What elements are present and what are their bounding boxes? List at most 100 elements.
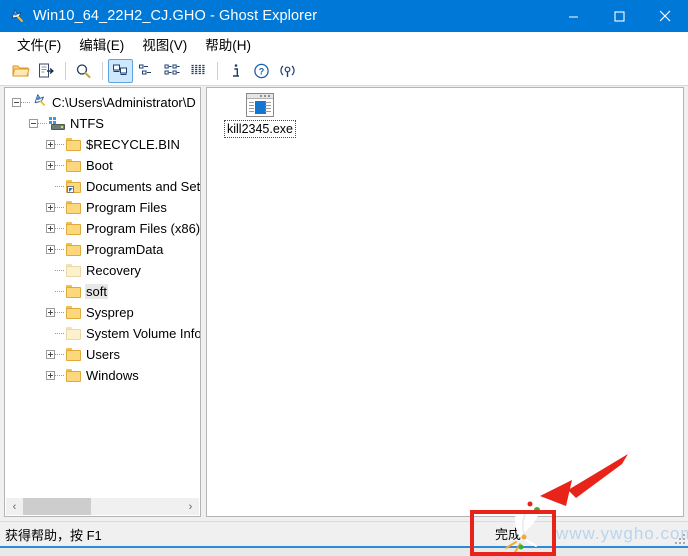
tree-node-label: C:\Users\Administrator\D bbox=[52, 95, 196, 110]
tree-connector bbox=[55, 143, 64, 146]
tree-node[interactable]: C:\Users\Administrator\D bbox=[5, 92, 200, 113]
window-controls bbox=[550, 0, 688, 32]
tree-connector bbox=[55, 332, 64, 335]
watermark-text: www.ywgho.com bbox=[556, 524, 688, 543]
menu-item-edit[interactable]: 编辑(E) bbox=[70, 32, 133, 56]
folder-pale-icon bbox=[66, 264, 81, 277]
tree-node[interactable]: Program Files bbox=[5, 197, 200, 218]
tree-connector bbox=[55, 311, 64, 314]
file-name-label: kill2345.exe bbox=[223, 120, 296, 138]
tree-connector bbox=[38, 122, 47, 125]
toolbar-separator bbox=[102, 61, 103, 80]
tree-node[interactable]: Program Files (x86) bbox=[5, 218, 200, 239]
expand-node-icon[interactable] bbox=[46, 224, 55, 233]
expand-node-icon[interactable] bbox=[46, 203, 55, 212]
menu-bar: 文件(F) 编辑(E) 视图(V) 帮助(H) bbox=[0, 32, 688, 56]
status-text: 获得帮助，按 F1 bbox=[5, 528, 102, 543]
tree-connector bbox=[55, 206, 64, 209]
tree-node-label: $RECYCLE.BIN bbox=[86, 137, 180, 152]
tree-node[interactable]: soft bbox=[5, 281, 200, 302]
tree-connector bbox=[55, 227, 64, 230]
folder-icon bbox=[66, 369, 81, 382]
ghost-icon bbox=[9, 8, 25, 24]
expand-node-icon[interactable] bbox=[46, 350, 55, 359]
scroll-track[interactable] bbox=[23, 498, 182, 515]
view-details-icon[interactable] bbox=[186, 59, 211, 83]
tree-node[interactable]: Users bbox=[5, 344, 200, 365]
view-large-icons-icon[interactable] bbox=[108, 58, 133, 83]
toolbar-separator bbox=[217, 61, 218, 80]
window-title: Win10_64_22H2_CJ.GHO - Ghost Explorer bbox=[33, 8, 318, 24]
extract-icon[interactable] bbox=[34, 59, 59, 83]
tree-node[interactable]: Boot bbox=[5, 155, 200, 176]
tree-connector bbox=[55, 353, 64, 356]
tree-node[interactable]: System Volume Info bbox=[5, 323, 200, 344]
tree-node[interactable]: Windows bbox=[5, 365, 200, 386]
minimize-icon[interactable] bbox=[550, 0, 596, 32]
folder-icon bbox=[66, 159, 81, 172]
view-list-icon[interactable] bbox=[160, 59, 185, 83]
folder-icon bbox=[66, 138, 81, 151]
folder-icon bbox=[66, 306, 81, 319]
folder-icon bbox=[66, 201, 81, 214]
tree-node[interactable]: ProgramData bbox=[5, 239, 200, 260]
tree-connector bbox=[55, 290, 64, 293]
tree-node-label: Documents and Set bbox=[86, 179, 201, 194]
list-item[interactable]: kill2345.exe bbox=[221, 93, 299, 138]
tree-node[interactable]: Sysprep bbox=[5, 302, 200, 323]
tree-node[interactable]: Documents and Set bbox=[5, 176, 200, 197]
maximize-icon[interactable] bbox=[596, 0, 642, 32]
folder-icon bbox=[66, 348, 81, 361]
folder-shortcut-icon bbox=[66, 180, 81, 193]
tree-node[interactable]: Recovery bbox=[5, 260, 200, 281]
open-folder-icon[interactable] bbox=[8, 59, 33, 83]
folder-tree-pane[interactable]: C:\Users\Administrator\D NTFS $RECYCLE.BIN… bbox=[4, 87, 201, 517]
ghost-icon bbox=[32, 93, 47, 112]
tree-connector bbox=[55, 185, 64, 188]
tree-node-label: soft bbox=[85, 284, 108, 299]
collapse-node-icon[interactable] bbox=[12, 98, 21, 107]
expand-node-icon[interactable] bbox=[46, 308, 55, 317]
exe-file-icon bbox=[246, 93, 274, 117]
menu-item-view[interactable]: 视图(V) bbox=[133, 32, 196, 56]
close-icon[interactable] bbox=[642, 0, 688, 32]
tree-node-label: Recovery bbox=[86, 263, 141, 278]
tree-connector bbox=[55, 164, 64, 167]
search-icon[interactable] bbox=[71, 59, 96, 83]
tree-connector bbox=[55, 374, 64, 377]
window-bottom-fill bbox=[0, 548, 688, 556]
tree-node[interactable]: $RECYCLE.BIN bbox=[5, 134, 200, 155]
tree-node-label: Windows bbox=[86, 368, 139, 383]
tree-node-label: Sysprep bbox=[86, 305, 134, 320]
tree-horizontal-scrollbar[interactable]: ‹ › bbox=[6, 498, 199, 515]
menu-item-file[interactable]: 文件(F) bbox=[8, 32, 70, 56]
tree-node-label: Boot bbox=[86, 158, 113, 173]
tree-node[interactable]: NTFS bbox=[5, 113, 200, 134]
tree-connector bbox=[55, 269, 64, 272]
tree-node-label: ProgramData bbox=[86, 242, 164, 257]
expand-node-icon[interactable] bbox=[46, 140, 55, 149]
folder-icon bbox=[66, 243, 81, 256]
info-icon[interactable] bbox=[223, 59, 248, 83]
tree-connector bbox=[21, 101, 30, 104]
help-icon[interactable]: ? bbox=[249, 59, 274, 83]
folder-tree: C:\Users\Administrator\D NTFS $RECYCLE.BIN… bbox=[5, 92, 200, 386]
collapse-node-icon[interactable] bbox=[29, 119, 38, 128]
folder-icon bbox=[66, 285, 81, 298]
tree-node-label: Program Files (x86) bbox=[86, 221, 201, 236]
expand-node-icon[interactable] bbox=[46, 371, 55, 380]
expand-node-icon[interactable] bbox=[46, 161, 55, 170]
tree-node-label: NTFS bbox=[70, 116, 104, 131]
menu-item-help[interactable]: 帮助(H) bbox=[196, 32, 260, 56]
expand-node-icon[interactable] bbox=[46, 245, 55, 254]
tree-node-label: Users bbox=[86, 347, 120, 362]
about-icon[interactable] bbox=[275, 59, 300, 83]
drive-icon bbox=[49, 117, 65, 130]
scroll-right-icon[interactable]: › bbox=[182, 498, 199, 515]
title-bar[interactable]: Win10_64_22H2_CJ.GHO - Ghost Explorer bbox=[0, 0, 688, 32]
scroll-left-icon[interactable]: ‹ bbox=[6, 498, 23, 515]
scroll-thumb[interactable] bbox=[23, 498, 91, 515]
view-small-icons-icon[interactable] bbox=[134, 59, 159, 83]
ghost-explorer-window: Win10_64_22H2_CJ.GHO - Ghost Explorer 文件… bbox=[0, 0, 688, 556]
annotation-highlight-box bbox=[470, 510, 556, 556]
